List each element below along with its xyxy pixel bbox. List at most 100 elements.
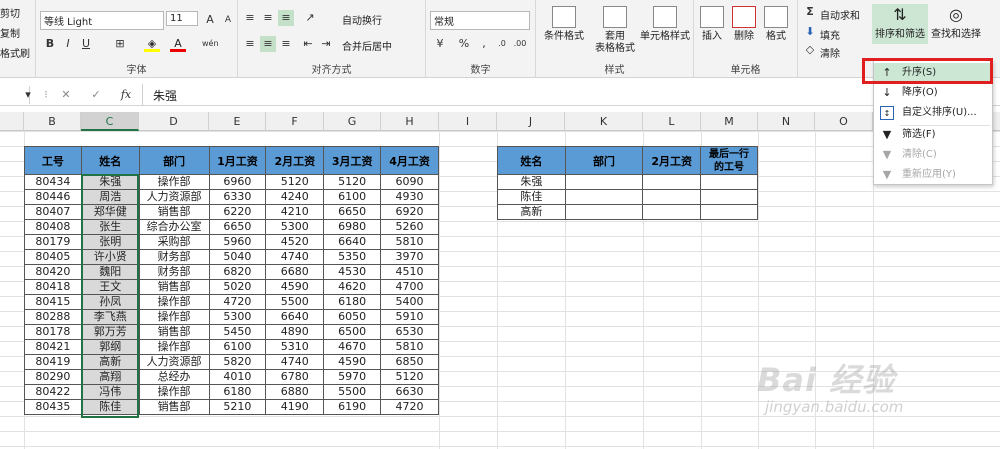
table-cell[interactable]: 5400 <box>380 294 439 310</box>
table-cell[interactable]: 陈佳 <box>80 399 140 415</box>
table-cell[interactable]: 5260 <box>380 219 439 235</box>
align-center-icon[interactable]: ≡ <box>260 36 276 52</box>
col-header-m[interactable]: M <box>701 112 758 131</box>
table-cell[interactable]: 张明 <box>80 234 140 250</box>
header-cell[interactable]: 4月工资 <box>380 146 439 175</box>
table-cell[interactable]: 5450 <box>208 324 267 340</box>
col-header-j[interactable]: J <box>497 112 565 131</box>
header-cell[interactable]: 3月工资 <box>323 146 382 175</box>
cell-styles-button[interactable]: 单元格样式 <box>638 6 692 43</box>
table-cell[interactable]: 5960 <box>208 234 267 250</box>
table-cell[interactable]: 6820 <box>208 264 267 280</box>
table-cell[interactable]: 操作部 <box>138 309 210 325</box>
table-cell[interactable]: 4240 <box>265 189 325 205</box>
table-cell[interactable] <box>642 174 702 190</box>
table-cell[interactable]: 6050 <box>323 309 382 325</box>
font-color-icon[interactable]: A <box>170 36 186 52</box>
table-cell[interactable]: 6180 <box>323 294 382 310</box>
col-header-o[interactable]: O <box>815 112 873 131</box>
menu-item-custom-sort[interactable]: ↕ 自定义排序(U)... <box>874 103 992 123</box>
formula-input[interactable]: 朱强 <box>142 84 1000 106</box>
table-cell[interactable]: 5120 <box>265 174 325 190</box>
table-cell[interactable]: 5500 <box>323 384 382 400</box>
header-cell[interactable]: 部门 <box>138 146 210 175</box>
table-cell[interactable]: 销售部 <box>138 324 210 340</box>
table-cell[interactable]: 80446 <box>24 189 82 205</box>
row-header-corner[interactable] <box>0 112 24 131</box>
table-cell[interactable]: 5810 <box>380 234 439 250</box>
col-header-d[interactable]: D <box>139 112 209 131</box>
bold-button[interactable]: B <box>42 36 58 52</box>
table-cell[interactable]: 魏阳 <box>80 264 140 280</box>
table-cell[interactable]: 周浩 <box>80 189 140 205</box>
table-cell[interactable]: 6100 <box>208 339 267 355</box>
font-size-select[interactable]: 11 <box>166 11 198 26</box>
table-cell[interactable]: 4010 <box>208 369 267 385</box>
table-cell[interactable] <box>564 204 644 220</box>
table-cell[interactable]: 6650 <box>323 204 382 220</box>
table-cell[interactable] <box>564 174 644 190</box>
table-cell[interactable]: 6960 <box>208 174 267 190</box>
table-cell[interactable]: 80290 <box>24 369 82 385</box>
col-header-h[interactable]: H <box>381 112 439 131</box>
col-header-c[interactable]: C <box>81 112 139 131</box>
col-header-f[interactable]: F <box>266 112 324 131</box>
table-cell[interactable]: 5810 <box>380 339 439 355</box>
col-header-b[interactable]: B <box>24 112 81 131</box>
header-cell[interactable]: 2月工资 <box>642 146 702 175</box>
table-cell[interactable]: 4890 <box>265 324 325 340</box>
header-cell[interactable]: 姓名 <box>497 146 566 175</box>
col-header-i[interactable]: I <box>439 112 497 131</box>
table-cell[interactable]: 4210 <box>265 204 325 220</box>
col-header-l[interactable]: L <box>643 112 701 131</box>
table-cell[interactable] <box>700 204 758 220</box>
table-cell[interactable]: 6530 <box>380 324 439 340</box>
align-middle-icon[interactable]: ≡ <box>260 10 276 26</box>
autosum-button[interactable]: 自动求和 <box>820 7 860 22</box>
decrease-font-icon[interactable]: A <box>220 12 236 28</box>
currency-icon[interactable]: ¥ <box>432 36 448 52</box>
table-cell[interactable]: 80434 <box>24 174 82 190</box>
orientation-icon[interactable]: ↗ <box>302 10 318 26</box>
table-cell[interactable]: 80435 <box>24 399 82 415</box>
table-cell[interactable]: 4740 <box>265 249 325 265</box>
table-cell[interactable]: 5970 <box>323 369 382 385</box>
decrease-indent-icon[interactable]: ⇤ <box>300 36 316 52</box>
decrease-decimal-icon[interactable]: .00 <box>512 36 528 52</box>
table-cell[interactable]: 5910 <box>380 309 439 325</box>
table-cell[interactable]: 高翔 <box>80 369 140 385</box>
table-cell[interactable]: 朱强 <box>80 174 140 190</box>
table-cell[interactable] <box>642 204 702 220</box>
align-bottom-icon[interactable]: ≡ <box>278 10 294 26</box>
merge-center-button[interactable]: 合并后居中 <box>342 38 392 53</box>
font-name-select[interactable]: 等线 Light <box>40 11 164 30</box>
table-cell[interactable]: 4590 <box>265 279 325 295</box>
table-cell[interactable]: 李飞燕 <box>80 309 140 325</box>
table-cell[interactable]: 销售部 <box>138 279 210 295</box>
enter-icon[interactable]: ✓ <box>88 87 104 103</box>
insert-button[interactable]: 插入 <box>696 6 728 43</box>
table-cell[interactable]: 80288 <box>24 309 82 325</box>
table-cell[interactable]: 操作部 <box>138 294 210 310</box>
table-cell[interactable]: 80408 <box>24 219 82 235</box>
table-cell[interactable]: 财务部 <box>138 264 210 280</box>
fill-button[interactable]: 填充 <box>820 27 840 42</box>
increase-font-icon[interactable]: A <box>202 12 218 28</box>
table-cell[interactable]: 80420 <box>24 264 82 280</box>
table-cell[interactable]: 销售部 <box>138 204 210 220</box>
fill-color-icon[interactable]: ◈ <box>144 36 160 52</box>
table-cell[interactable]: 6850 <box>380 354 439 370</box>
header-cell[interactable]: 部门 <box>564 146 644 175</box>
table-cell[interactable]: 4590 <box>323 354 382 370</box>
table-cell[interactable]: 人力资源部 <box>138 354 210 370</box>
table-cell[interactable]: 5120 <box>323 174 382 190</box>
clear-button[interactable]: 清除 <box>820 45 840 60</box>
table-cell[interactable]: 80405 <box>24 249 82 265</box>
table-cell[interactable]: 张生 <box>80 219 140 235</box>
menu-item-filter[interactable]: ▼ 筛选(F) <box>874 125 992 145</box>
table-cell[interactable]: 80178 <box>24 324 82 340</box>
table-cell[interactable]: 80407 <box>24 204 82 220</box>
table-cell[interactable]: 冯伟 <box>80 384 140 400</box>
header-cell[interactable]: 2月工资 <box>265 146 325 175</box>
copy-button[interactable]: 复制 <box>0 25 20 40</box>
